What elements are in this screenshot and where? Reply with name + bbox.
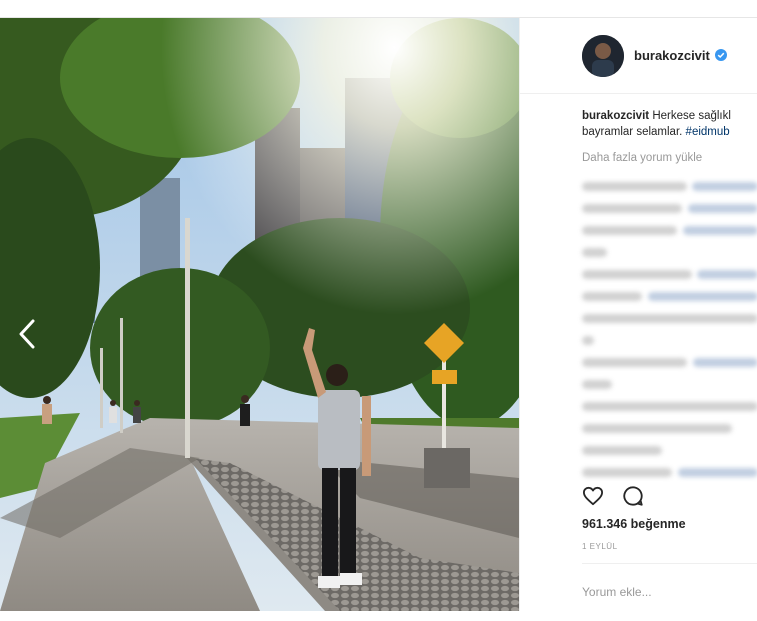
caption-username[interactable]: burakozcivit — [582, 110, 649, 122]
comment-row — [582, 440, 757, 462]
comment-row — [582, 198, 757, 220]
post-sidebar: burakozcivit burakozcivit Herkese sağlık… — [519, 18, 757, 611]
comment-row — [582, 462, 757, 484]
comment-row — [582, 176, 757, 198]
chevron-left-icon — [19, 319, 35, 349]
avatar-image — [582, 35, 624, 77]
heart-icon[interactable] — [582, 486, 604, 506]
comment-row — [582, 264, 757, 286]
caption-text-line2: bayramlar selamlar. — [582, 126, 683, 138]
post-actions — [582, 484, 757, 510]
post-photo[interactable] — [0, 18, 519, 611]
comment-row — [582, 286, 757, 308]
add-comment-input[interactable]: Yorum ekle... — [582, 585, 652, 599]
park-scene-image — [0, 18, 519, 611]
comment-row — [582, 220, 757, 242]
caption-hashtag[interactable]: #eidmub — [686, 126, 730, 138]
add-comment-section: Yorum ekle... — [582, 563, 757, 611]
comment-row — [582, 374, 757, 396]
username-link[interactable]: burakozcivit — [634, 48, 710, 63]
load-more-comments-link[interactable]: Daha fazla yorum yükle — [582, 152, 702, 164]
comment-row — [582, 330, 757, 352]
comments-list — [582, 176, 757, 484]
comment-row — [582, 418, 757, 440]
caption-text-line1: Herkese sağlıkl — [652, 110, 731, 122]
comment-row — [582, 352, 757, 374]
post-date: 1 EYLÜL — [582, 542, 618, 551]
post-caption: burakozcivit Herkese sağlıkl bayramlar s… — [582, 108, 757, 140]
instagram-post-page: burakozcivit burakozcivit Herkese sağlık… — [0, 0, 757, 621]
comment-row — [582, 242, 757, 264]
avatar[interactable] — [582, 35, 624, 77]
comment-row — [582, 308, 757, 330]
verified-badge-icon — [715, 49, 727, 61]
previous-photo-button[interactable] — [12, 314, 42, 354]
post-header: burakozcivit — [520, 18, 757, 94]
comment-icon[interactable] — [622, 485, 644, 507]
likes-count[interactable]: 961.346 beğenme — [582, 517, 686, 531]
comment-row — [582, 396, 757, 418]
